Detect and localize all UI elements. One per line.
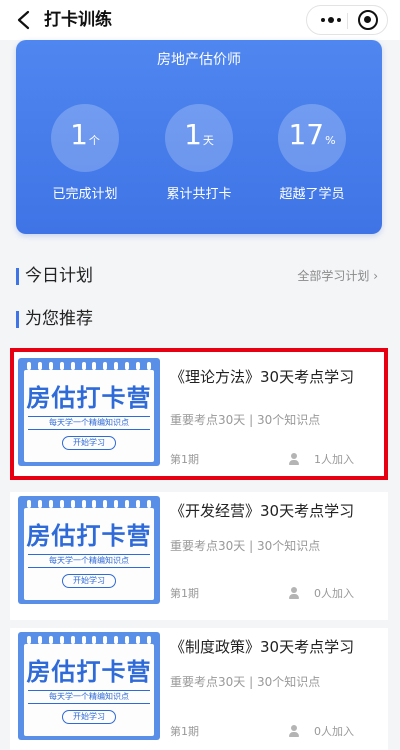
stat-unit: % [325,134,336,147]
thumbnail-tagline: 每天学一个精编知识点 [28,554,150,568]
mini-program-capsule [306,5,388,35]
thumbnail-tagline: 每天学一个精编知识点 [28,690,150,704]
course-period: 第1期 [170,725,199,738]
course-desc: 重要考点30天 | 30个知识点 [170,539,321,553]
course-card[interactable]: 房估打卡营 每天学一个精编知识点 开始学习 《开发经营》30天考点学习 重要考点… [10,492,388,620]
stat-circle: 1 个 [51,104,119,172]
capsule-divider [347,13,348,29]
target-icon[interactable] [358,10,378,30]
course-thumbnail: 房估打卡营 每天学一个精编知识点 开始学习 [18,358,160,466]
course-card[interactable]: 房估打卡营 每天学一个精编知识点 开始学习 《理论方法》30天考点学习 重要考点… [10,348,388,480]
stat-unit: 个 [88,134,100,147]
stat-value: 1 [184,118,202,151]
user-icon [288,453,300,466]
course-thumbnail: 房估打卡营 每天学一个精编知识点 开始学习 [18,632,160,740]
course-thumbnail: 房估打卡营 每天学一个精编知识点 开始学习 [18,496,160,604]
thumbnail-headline: 房估打卡营 [26,522,152,550]
section-title: 为您推荐 [25,309,93,329]
thumbnail-headline: 房估打卡营 [26,658,152,686]
thumbnail-start-label: 开始学习 [62,710,116,724]
course-joined: 0人加入 [314,725,354,738]
section-marker [16,267,19,285]
thumbnail-start-label: 开始学习 [62,436,116,450]
course-name: 《开发经营》30天考点学习 [170,502,355,520]
stat-label: 累计共打卡 [166,187,232,202]
thumbnail-tagline: 每天学一个精编知识点 [28,416,150,430]
stats-card: 房地产估价师 1 个 已完成计划 1 天 累计共打卡 17 % 超越了学员 [16,40,382,234]
user-icon [288,725,300,738]
stat-label: 已完成计划 [52,187,118,202]
course-name: 《理论方法》30天考点学习 [170,368,355,386]
recommend-header: 为您推荐 [16,307,93,331]
thumbnail-headline: 房估打卡营 [26,384,152,412]
all-plans-link[interactable]: 全部学习计划 › [297,268,378,284]
course-desc: 重要考点30天 | 30个知识点 [170,413,321,427]
stat-circle: 1 天 [165,104,233,172]
course-period: 第1期 [170,587,199,600]
course-period: 第1期 [170,453,199,466]
stat-value: 1 [70,118,88,151]
chevron-left-icon[interactable] [14,9,34,31]
stat-circle: 17 % [278,104,346,172]
course-joined: 0人加入 [314,587,354,600]
thumbnail-start-label: 开始学习 [62,574,116,588]
course-joined: 1人加入 [314,453,354,466]
nav-bar: 打卡训练 [0,0,400,40]
stat-value: 17 [288,118,325,151]
stat-label: 超越了学员 [279,187,345,202]
user-icon [288,587,300,600]
course-name: 《制度政策》30天考点学习 [170,638,355,656]
stat-checkin-days: 1 天 累计共打卡 [149,104,249,204]
page-title: 打卡训练 [44,10,112,30]
today-plan-header: 今日计划 [16,264,93,288]
section-marker [16,310,19,328]
course-desc: 重要考点30天 | 30个知识点 [170,675,321,689]
course-card[interactable]: 房估打卡营 每天学一个精编知识点 开始学习 《制度政策》30天考点学习 重要考点… [10,628,388,750]
section-title: 今日计划 [25,266,93,286]
stat-surpassed-students: 17 % 超越了学员 [262,104,362,204]
stat-unit: 天 [202,134,214,147]
stat-completed-plans: 1 个 已完成计划 [35,104,135,204]
more-dots-icon[interactable] [316,6,346,34]
card-title: 房地产估价师 [157,52,241,68]
